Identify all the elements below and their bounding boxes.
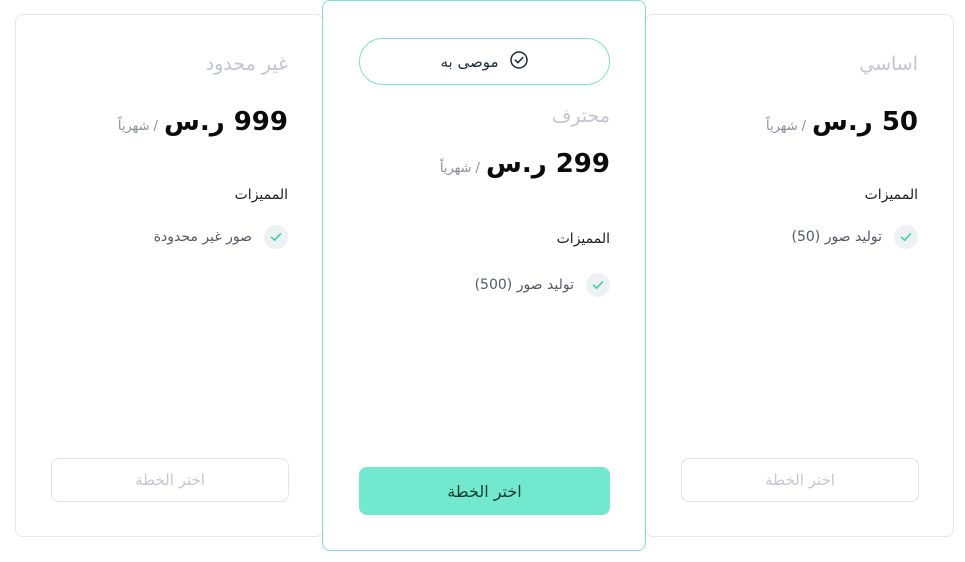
- price-row: 50 ر.س /شهرياً: [766, 107, 918, 137]
- features-title: المميزات: [556, 231, 610, 247]
- plan-price: 299 ر.س: [485, 149, 610, 179]
- plan-name: غير محدود: [205, 53, 288, 75]
- period-label: شهرياً: [766, 119, 798, 134]
- feature-label: توليد صور (50): [791, 229, 882, 245]
- period-label: شهرياً: [117, 119, 150, 134]
- price-row: 299 ر.س /شهرياً: [440, 149, 610, 179]
- check-icon: [264, 225, 288, 249]
- feature-item: صور غير محدودة: [154, 225, 288, 249]
- price-period: /شهرياً: [440, 161, 480, 176]
- plan-price: 50 ر.س: [812, 107, 918, 137]
- feature-label: توليد صور (500): [474, 277, 574, 293]
- check-circle-icon: [509, 50, 529, 74]
- period-separator: /: [801, 119, 807, 134]
- check-icon: [586, 273, 610, 297]
- choose-plan-button[interactable]: اختر الخطة: [681, 458, 919, 502]
- recommended-label: موصى به: [440, 52, 499, 71]
- plan-name: اساسي: [859, 53, 918, 75]
- features-title: المميزات: [864, 187, 918, 203]
- feature-item: توليد صور (500): [475, 273, 610, 297]
- choose-plan-button[interactable]: اختر الخطة: [359, 467, 610, 515]
- feature-item: توليد صور (50): [791, 225, 918, 249]
- plan-card-basic: اساسي 50 ر.س /شهرياً المميزات توليد صور …: [645, 14, 954, 537]
- period-separator: /: [475, 161, 480, 176]
- features-title: المميزات: [234, 187, 288, 203]
- feature-label: صور غير محدودة: [153, 229, 252, 245]
- price-period: /شهرياً: [766, 119, 806, 134]
- choose-plan-button[interactable]: اختر الخطة: [51, 458, 289, 502]
- period-label: شهرياً: [439, 161, 472, 176]
- price-row: 999 ر.س /شهرياً: [118, 107, 288, 137]
- plan-card-unlimited: غير محدود 999 ر.س /شهرياً المميزات صور غ…: [15, 14, 324, 537]
- plan-price: 999 ر.س: [163, 107, 288, 137]
- plan-card-pro: موصى به محترف 299 ر.س /شهرياً المميزات ت…: [322, 0, 646, 551]
- check-icon: [894, 225, 918, 249]
- price-period: /شهرياً: [118, 119, 158, 134]
- recommended-badge: موصى به: [359, 38, 610, 85]
- plan-name: محترف: [551, 105, 610, 127]
- period-separator: /: [153, 119, 158, 134]
